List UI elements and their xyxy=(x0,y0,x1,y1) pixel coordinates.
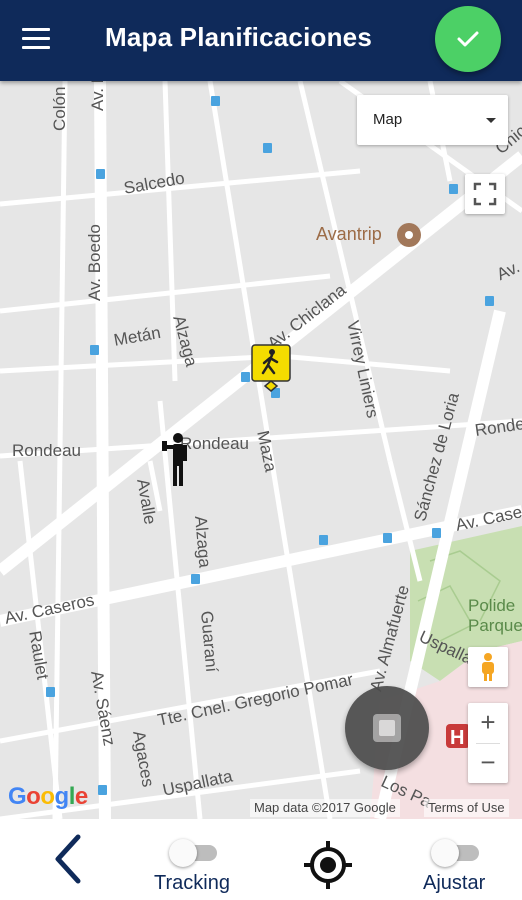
google-logo: Google xyxy=(8,783,88,810)
zoom-control: + − xyxy=(468,703,508,783)
check-icon xyxy=(457,31,479,47)
zoom-out-button[interactable]: − xyxy=(468,743,508,783)
zoom-in-button[interactable]: + xyxy=(468,703,508,743)
ajustar-toggle[interactable] xyxy=(431,835,485,869)
street-label: Colón xyxy=(50,86,69,131)
ajustar-label: Ajustar xyxy=(423,872,486,894)
map-type-selector[interactable]: Map xyxy=(357,95,508,145)
bottom-bar: Tracking Ajustar xyxy=(0,819,522,900)
street-label: Av. Boedo xyxy=(88,81,108,111)
street-label: Rondeau xyxy=(12,441,82,460)
tracking-label: Tracking xyxy=(154,872,230,894)
chevron-left-icon[interactable] xyxy=(46,833,86,885)
map-type-label: Map xyxy=(373,111,403,128)
map-view[interactable]: H Colón Av. Boedo Salcedo Chic Av. Av. B… xyxy=(0,81,522,819)
toggle-thumb xyxy=(169,839,197,867)
confirm-button[interactable] xyxy=(435,6,501,72)
pegman-icon xyxy=(482,653,494,681)
hamburger-menu-icon[interactable] xyxy=(22,28,52,50)
person-marker-icon[interactable] xyxy=(160,431,194,489)
terms-link[interactable]: Terms of Use xyxy=(424,799,509,817)
stop-icon-inner xyxy=(379,720,395,736)
stop-button[interactable] xyxy=(345,686,429,770)
tracking-toggle[interactable] xyxy=(169,835,223,869)
street-view-button[interactable] xyxy=(468,647,508,687)
my-location-icon[interactable] xyxy=(302,839,354,891)
poi-label: Polide xyxy=(468,596,516,615)
map-attribution: Map data ©2017 Google xyxy=(250,799,400,817)
pedestrian-sign-icon[interactable] xyxy=(250,343,292,395)
poi-label: Parque P xyxy=(468,616,522,635)
app-bar: Mapa Planificaciones xyxy=(0,0,522,81)
fullscreen-icon xyxy=(473,182,497,206)
svg-text:H: H xyxy=(450,727,464,749)
chevron-down-icon xyxy=(486,118,496,123)
poi-label: Avantrip xyxy=(316,224,382,244)
fullscreen-button[interactable] xyxy=(465,174,505,214)
street-label: Av. Boedo xyxy=(85,224,104,301)
page-title: Mapa Planificaciones xyxy=(105,22,372,52)
toggle-thumb xyxy=(431,839,459,867)
